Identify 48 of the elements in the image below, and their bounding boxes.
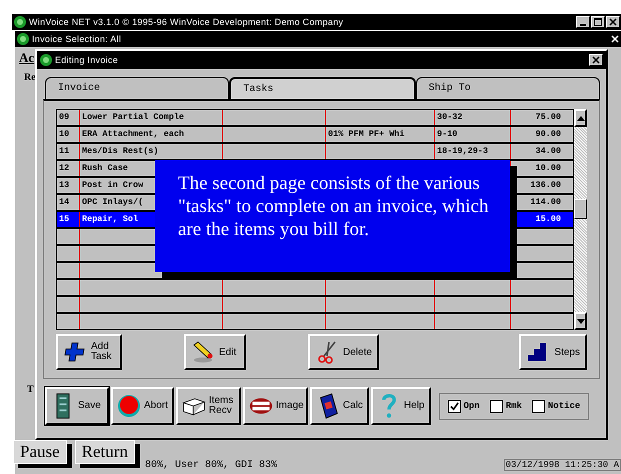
toolbar-button[interactable]: Delete bbox=[308, 334, 379, 370]
table-cell: Mes/Dis Rest(s) bbox=[80, 144, 223, 159]
checkbox[interactable]: Opn bbox=[448, 400, 480, 412]
toolbar-button[interactable]: Save bbox=[45, 387, 109, 425]
heading-text: Ac bbox=[19, 50, 34, 66]
toolbar-button[interactable]: Steps bbox=[519, 334, 587, 370]
table-row[interactable]: 10 ERA Attachment, each 01% PFM PF+ Whi 9-10 90.00 bbox=[57, 127, 573, 144]
table-cell-text: 136.00 bbox=[529, 179, 562, 192]
tab[interactable]: Invoice bbox=[45, 77, 230, 99]
status-text: 80%, User 80%, GDI 83% bbox=[145, 460, 278, 470]
column-header: Re bbox=[24, 72, 36, 83]
table-cell-text: 15.00 bbox=[534, 213, 562, 226]
toolbar-button[interactable]: Abort bbox=[111, 387, 174, 425]
toolbar-button[interactable]: Help bbox=[370, 387, 430, 425]
window-title: Invoice Selection: All bbox=[32, 34, 122, 44]
toolbar-button[interactable]: Image bbox=[242, 387, 308, 425]
toolbar-button[interactable]: Edit bbox=[184, 334, 246, 370]
status-date: 03/12/1998 11:25:30 A bbox=[504, 459, 621, 471]
table-cell: 15 bbox=[57, 212, 80, 227]
window-title: WinVoice NET v3.1.0 © 1995-96 WinVoice Development: Demo Company bbox=[29, 17, 344, 27]
tab[interactable]: Tasks bbox=[229, 77, 416, 99]
table-cell: ERA Attachment, each bbox=[80, 127, 223, 142]
table-cell: 13 bbox=[57, 178, 80, 193]
table-cell: 12 bbox=[57, 161, 80, 176]
table-cell-text: 34.00 bbox=[534, 145, 562, 158]
checkbox[interactable]: Rmk bbox=[490, 400, 522, 412]
table-cell: 01% PFM PF+ Whi bbox=[326, 127, 435, 142]
table-row[interactable]: 09 Lower Partial Comple 30-32 75.00 bbox=[57, 110, 573, 127]
table-cell-text: 114.00 bbox=[529, 196, 562, 209]
label-text: T bbox=[27, 384, 34, 395]
table-row[interactable]: 11 Mes/Dis Rest(s) 18-19,29-3 34.00 bbox=[57, 144, 573, 161]
toolbar-button[interactable]: Calc bbox=[310, 387, 369, 425]
table-cell: 18-19,29-3 bbox=[435, 144, 511, 159]
table-cell: 30-32 bbox=[435, 110, 511, 125]
window-title: Editing Invoice bbox=[55, 55, 118, 65]
table-cell: 9-10 bbox=[435, 127, 511, 142]
table-cell: 14 bbox=[57, 195, 80, 210]
table-cell: 09 bbox=[57, 110, 80, 125]
table-cell-text: 10.00 bbox=[534, 162, 562, 175]
table-cell-text: 75.00 bbox=[534, 111, 562, 124]
checkbox[interactable]: Notice bbox=[532, 400, 580, 412]
toolbar-button[interactable]: Add Task bbox=[56, 334, 122, 370]
table-cell: Lower Partial Comple bbox=[80, 110, 223, 125]
toolbar-button[interactable]: Items Recv bbox=[176, 387, 241, 425]
tab[interactable]: Ship To bbox=[416, 77, 600, 99]
table-cell: 10 bbox=[57, 127, 80, 142]
table-cell-text: 90.00 bbox=[534, 128, 562, 141]
table-cell: 11 bbox=[57, 144, 80, 159]
